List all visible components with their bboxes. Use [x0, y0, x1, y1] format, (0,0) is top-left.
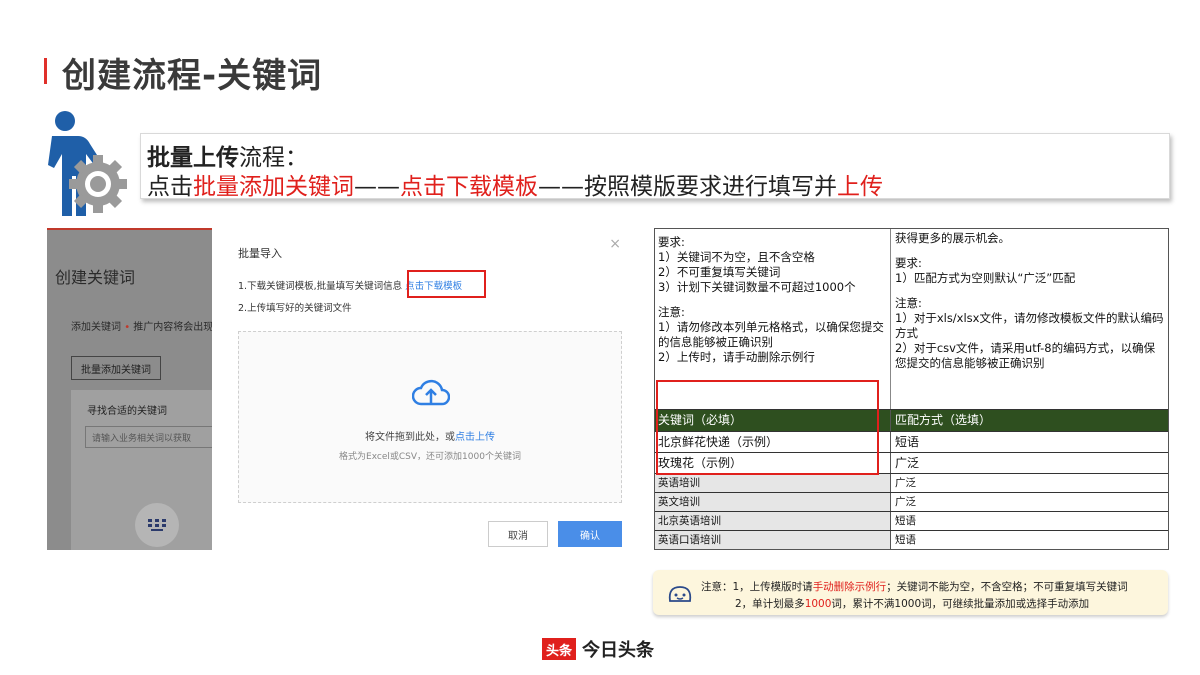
keyword-search-input[interactable]: 请输入业务相关词以获取: [85, 426, 225, 448]
req-title: 要求:: [895, 256, 922, 270]
flow-step-download: 点击下载模板: [400, 174, 538, 200]
req-item: 3）计划下关键词数量不可超过1000个: [658, 280, 856, 294]
click-upload-link[interactable]: 点击上传: [455, 432, 495, 443]
note-item: 1）对于xls/xlsx文件，请勿修改模板文件的默认编码方式: [895, 311, 1164, 340]
row-match: 广泛: [895, 496, 916, 508]
req-item: 1）匹配方式为空则默认“广泛”匹配: [895, 271, 1076, 285]
example-match: 广泛: [895, 456, 920, 470]
note-title: 注意:: [658, 305, 685, 319]
title-accent-bar: [44, 58, 47, 84]
template-notes-right: 获得更多的展示机会。 要求: 1）匹配方式为空则默认“广泛”匹配 注意: 1）对…: [891, 229, 1168, 409]
confirm-button[interactable]: 确认: [558, 521, 622, 547]
req-item: 2）不可重复填写关键词: [658, 265, 781, 279]
toutiao-logo: 头条 今日头条: [542, 636, 654, 662]
add-keyword-label: 添加关键词 • 推广内容将会出现: [71, 322, 214, 333]
note-title: 注意:: [895, 296, 922, 310]
flow-step-text: 点击: [147, 174, 193, 200]
file-drop-zone[interactable]: 将文件拖到此处，或点击上传 格式为Excel或CSV，还可添加1000个关键词: [238, 331, 622, 503]
example-match: 短语: [895, 435, 920, 449]
row-match: 短语: [895, 534, 916, 546]
close-icon[interactable]: ×: [609, 236, 621, 252]
step-upload-file: 2.上传填写好的关键词文件: [238, 303, 352, 314]
table-row: 北京英语培训 短语: [655, 511, 1168, 530]
upload-note: 注意：1，上传模版时请手动删除示例行；关键词不能为空，不含空格；不可重复填写关键…: [653, 570, 1168, 615]
table-row: 英语口语培训 短语: [655, 530, 1168, 549]
table-row: 英文培训 广泛: [655, 492, 1168, 511]
flow-step-dash: ——: [354, 174, 400, 200]
modal-title: 批量导入: [238, 247, 282, 260]
keyword-template-sheet: 要求: 1）关键词不为空，且不含空格 2）不可重复填写关键词 3）计划下关键词数…: [654, 228, 1169, 550]
chat-face-icon: [668, 586, 692, 602]
table-row: 英语培训 广泛: [655, 473, 1168, 492]
row-match: 短语: [895, 515, 916, 527]
upload-dialog-screenshot: 创建关键词 添加关键词 • 推广内容将会出现 批量添加关键词 寻找合适的关键词 …: [47, 228, 631, 550]
flow-step-upload: 上传: [837, 174, 883, 200]
note-line-1: 注意：1，上传模版时请手动删除示例行；关键词不能为空，不含空格；不可重复填写关键…: [701, 581, 1128, 593]
row-keyword: 英语口语培训: [655, 531, 891, 549]
highlight-box-example-rows: [656, 380, 879, 475]
batch-add-keywords-button[interactable]: 批量添加关键词: [71, 356, 161, 380]
flow-step-fill: ——按照模版要求进行填写并: [538, 174, 837, 200]
page-title: 创建流程-关键词: [62, 56, 323, 96]
notes-top-text: 获得更多的展示机会。: [895, 231, 1010, 245]
note-item: 2）对于csv文件，请采用utf-8的编码方式，以确保您提交的信息能够被正确识别: [895, 341, 1156, 370]
header-match-type: 匹配方式（选填）: [895, 413, 992, 427]
req-title: 要求:: [658, 235, 685, 249]
background-page-title: 创建关键词: [55, 268, 136, 287]
find-keywords-label: 寻找合适的关键词: [87, 406, 167, 417]
cancel-button[interactable]: 取消: [488, 521, 548, 547]
cloud-upload-icon: [412, 379, 450, 406]
note-line-2: 2，单计划最多1000词，累计不满1000词，可继续批量添加或选择手动添加: [735, 598, 1090, 610]
person-with-gear-icon: [48, 111, 127, 216]
keyboard-icon[interactable]: [135, 503, 179, 547]
row-keyword: 英文培训: [655, 493, 891, 511]
row-keyword: 北京英语培训: [655, 512, 891, 530]
drop-instructions: 将文件拖到此处，或点击上传: [365, 432, 495, 443]
flow-steps: 点击批量添加关键词——点击下载模板——按照模版要求进行填写并上传: [147, 167, 883, 201]
batch-import-modal: 批量导入 × 1.下载关键词模板,批量填写关键词信息 点击下载模板 2.上传填写…: [212, 228, 631, 550]
batch-upload-flow-box: 批量上传流程： 点击批量添加关键词——点击下载模板——按照模版要求进行填写并上传: [140, 133, 1170, 201]
row-match: 广泛: [895, 477, 916, 489]
note-item: 2）上传时，请手动删除示例行: [658, 350, 815, 364]
note-item: 1）请勿修改本列单元格格式，以确保您提交的信息能够被正确识别: [658, 320, 884, 349]
logo-brand: 今日头条: [582, 640, 654, 661]
req-item: 1）关键词不为空，且不含空格: [658, 250, 815, 264]
flow-step-batch-add: 批量添加关键词: [193, 174, 354, 200]
format-hint: 格式为Excel或CSV，还可添加1000个关键词: [339, 452, 521, 462]
highlight-box-download: [407, 270, 486, 298]
row-keyword: 英语培训: [655, 474, 891, 492]
logo-badge: 头条: [542, 638, 576, 660]
